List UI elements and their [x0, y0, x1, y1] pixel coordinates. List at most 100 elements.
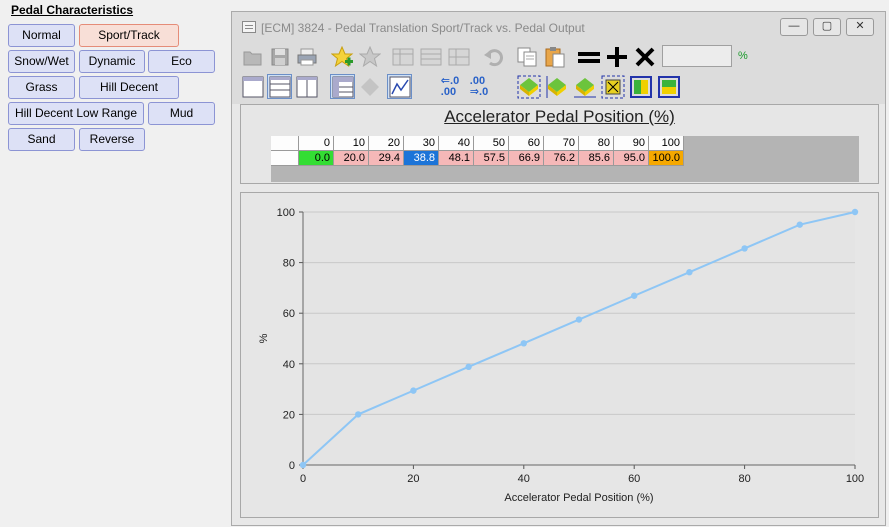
view-split-h-icon[interactable]: [267, 74, 292, 99]
plus-icon[interactable]: [604, 44, 629, 69]
table-value-cell[interactable]: 20.0: [334, 151, 369, 166]
window-app-icon: [242, 21, 256, 33]
table-panel: Accelerator Pedal Position (%) 0 0.0 10 20.…: [240, 104, 879, 184]
decimal-left-line2: .00: [440, 85, 457, 98]
table-header-cell[interactable]: 10: [334, 136, 369, 151]
table-value-cell[interactable]: 29.4: [369, 151, 404, 166]
view-3d-icon[interactable]: [357, 74, 382, 99]
table-grid: 0 0.0 10 20.0 20 29.4 30 38.8 40 48.1 50 57.5 60 66.9…: [271, 136, 859, 182]
save-icon[interactable]: [267, 44, 292, 69]
table-header-cell[interactable]: 70: [544, 136, 579, 151]
decimal-right-line2: ⇒.0: [469, 85, 489, 98]
window-title: [ECM] 3824 - Pedal Translation Sport/Tra…: [261, 21, 585, 35]
mode-button-eco[interactable]: Eco: [148, 50, 215, 73]
x-tick-label: 60: [628, 473, 640, 485]
table-header-cell[interactable]: 40: [439, 136, 474, 151]
view-split-v-icon[interactable]: [294, 74, 319, 99]
maximize-button[interactable]: ▢: [813, 18, 841, 36]
table-value-cell[interactable]: 57.5: [474, 151, 509, 166]
decimal-right-icon[interactable]: .00 ⇒.0: [466, 74, 492, 99]
x-tick-label: 80: [738, 473, 750, 485]
data-point: [741, 245, 748, 252]
add-favorite-icon[interactable]: [330, 44, 355, 69]
x-axis-label: Accelerator Pedal Position (%): [504, 492, 653, 504]
equals-icon[interactable]: [576, 44, 601, 69]
table-value-cell[interactable]: 66.9: [509, 151, 544, 166]
print-icon[interactable]: [294, 44, 319, 69]
paste-icon[interactable]: [542, 44, 567, 69]
table-value-cell[interactable]: 85.6: [579, 151, 614, 166]
data-point: [631, 292, 638, 299]
map-window: [ECM] 3824 - Pedal Translation Sport/Tra…: [231, 11, 886, 526]
data-point: [465, 363, 472, 371]
table-header-cell[interactable]: 50: [474, 136, 509, 151]
table-row-header-cell[interactable]: [271, 151, 299, 166]
chart-panel: 0 20 40 60 80 100 0 20 40 60 80 100 Accelerator Peda…: [240, 192, 879, 518]
table-corner-cell[interactable]: [271, 136, 299, 151]
fill-diag-icon[interactable]: [572, 74, 597, 99]
close-button[interactable]: ✕: [846, 18, 874, 36]
table-cell-icon[interactable]: [446, 44, 471, 69]
y-tick-label: 20: [283, 409, 295, 421]
x-tick-label: 20: [407, 473, 419, 485]
x-tick-label: 0: [300, 473, 306, 485]
copy-icon[interactable]: [514, 44, 539, 69]
color-v-icon[interactable]: [656, 74, 681, 99]
table-header-cell[interactable]: 100: [649, 136, 684, 151]
table-header-cell[interactable]: 80: [579, 136, 614, 151]
view-table-icon[interactable]: [240, 74, 265, 99]
remove-favorite-icon[interactable]: [357, 44, 382, 69]
mode-button-snow-wet[interactable]: Snow/Wet: [8, 50, 75, 73]
fill-up-icon[interactable]: [516, 74, 541, 99]
pedal-characteristics-title: Pedal Characteristics: [11, 3, 134, 17]
table-value-cell[interactable]: 100.0: [649, 151, 684, 166]
minimize-button[interactable]: —: [780, 18, 808, 36]
mode-button-mud[interactable]: Mud: [148, 102, 215, 125]
view-grid-icon[interactable]: [330, 74, 355, 99]
decimal-right-line1: .00: [469, 74, 486, 87]
table-col-icon[interactable]: [390, 44, 415, 69]
operation-value-input[interactable]: [662, 45, 732, 67]
data-point: [796, 221, 803, 228]
open-icon[interactable]: [240, 44, 265, 69]
undo-icon[interactable]: [480, 44, 505, 69]
data-point: [851, 208, 859, 216]
mode-button-normal[interactable]: Normal: [8, 24, 75, 47]
mode-button-grass[interactable]: Grass: [8, 76, 75, 99]
y-tick-label: 40: [283, 359, 295, 371]
unit-label: %: [738, 50, 748, 62]
mode-button-sport-track[interactable]: Sport/Track: [79, 24, 179, 47]
table-value-cell[interactable]: 48.1: [439, 151, 474, 166]
table-header-cell[interactable]: 90: [614, 136, 649, 151]
title-bar[interactable]: [ECM] 3824 - Pedal Translation Sport/Tra…: [232, 12, 885, 42]
mode-button-hill-decent[interactable]: Hill Decent: [79, 76, 179, 99]
data-point: [520, 340, 527, 347]
mode-button-sand[interactable]: Sand: [8, 128, 75, 151]
fill-left-icon[interactable]: [544, 74, 569, 99]
table-header-cell[interactable]: 0: [299, 136, 334, 151]
table-value-cell[interactable]: 38.8: [404, 151, 439, 166]
x-tick-label: 100: [846, 473, 864, 485]
data-point: [575, 316, 583, 323]
table-value-cell[interactable]: 95.0: [614, 151, 649, 166]
data-point: [410, 387, 417, 394]
color-h-icon[interactable]: [628, 74, 653, 99]
table-header-cell[interactable]: 20: [369, 136, 404, 151]
data-point: [686, 269, 693, 276]
decimal-left-icon[interactable]: ⇐.0 .00: [437, 74, 463, 99]
table-row-icon[interactable]: [418, 44, 443, 69]
toolbar: % ⇐.0 .00 .00 ⇒.0: [232, 42, 885, 104]
data-point: [299, 461, 307, 469]
mode-button-hill-decent-low-range[interactable]: Hill Decent Low Range: [8, 102, 144, 125]
mode-button-reverse[interactable]: Reverse: [79, 128, 145, 151]
mode-button-dynamic[interactable]: Dynamic: [79, 50, 145, 73]
y-tick-label: 80: [283, 258, 295, 270]
view-graph-icon[interactable]: [387, 74, 412, 99]
select-icon[interactable]: [600, 74, 625, 99]
table-value-cell[interactable]: 0.0: [299, 151, 334, 166]
table-value-cell[interactable]: 76.2: [544, 151, 579, 166]
table-header-cell[interactable]: 60: [509, 136, 544, 151]
x-tick-label: 40: [518, 473, 530, 485]
multiply-icon[interactable]: [632, 44, 657, 69]
table-header-cell[interactable]: 30: [404, 136, 439, 151]
